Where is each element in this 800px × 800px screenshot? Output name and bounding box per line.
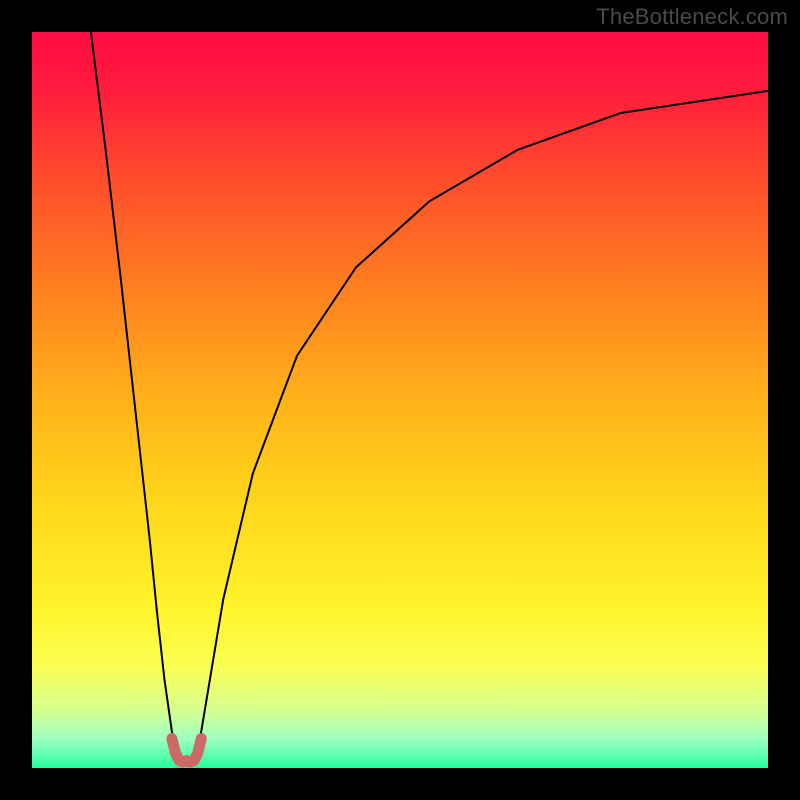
chart-frame: TheBottleneck.com (0, 0, 800, 800)
chart-svg (32, 32, 768, 768)
plot-area (32, 32, 768, 768)
watermark-text: TheBottleneck.com (596, 4, 788, 30)
gradient-background (32, 32, 768, 768)
